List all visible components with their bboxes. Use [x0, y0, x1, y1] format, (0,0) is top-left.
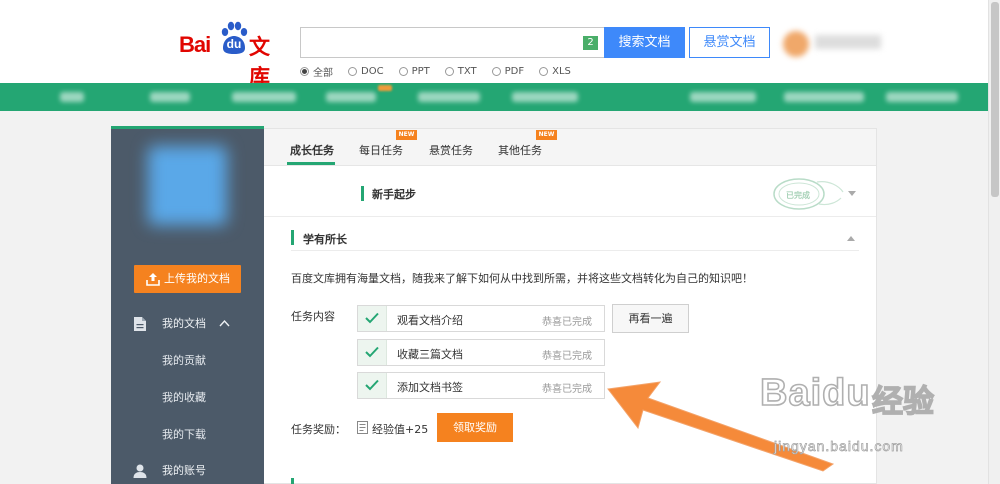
- sidebar-item-my-account[interactable]: 我的账号: [111, 458, 264, 484]
- task-row: 添加文档书签 恭喜已完成: [357, 372, 605, 399]
- nav-item-blurred[interactable]: [418, 92, 480, 102]
- task-content-label: 任务内容: [291, 310, 335, 323]
- radio-icon: [444, 66, 454, 76]
- radio-icon: [300, 66, 309, 76]
- logo-latin: Bai: [179, 32, 211, 57]
- new-badge: NEW: [396, 130, 417, 140]
- reward-value: 经验值+25: [372, 423, 429, 436]
- completed-stamp-icon: 已完成: [773, 178, 844, 210]
- nav-item-blurred[interactable]: [326, 92, 376, 102]
- checkmark-icon: [365, 312, 379, 324]
- filter-all[interactable]: 全部: [300, 64, 333, 79]
- person-icon: [133, 464, 147, 478]
- nav-item-blurred[interactable]: [150, 92, 190, 102]
- section-divider: [291, 250, 859, 251]
- active-tab-indicator: [287, 162, 335, 165]
- task-reward-label: 任务奖励：: [291, 423, 346, 436]
- filter-pdf[interactable]: PDF: [491, 64, 524, 78]
- task-status: 恭喜已完成: [542, 384, 592, 395]
- svg-text:已完成: 已完成: [786, 190, 810, 200]
- sidebar-item-my-docs[interactable]: 我的文档: [111, 311, 264, 337]
- doc-type-filters: 全部 DOC PPT TXT PDF XLS: [300, 64, 586, 79]
- tab-other-tasks[interactable]: 其他任务: [498, 142, 542, 158]
- top-header: Bai du 文库 2 搜索文档 悬赏文档 全部 DOC PPT TXT PDF…: [0, 0, 1000, 89]
- review-again-button[interactable]: 再看一遍: [612, 304, 689, 333]
- logo-cn: 文库: [249, 35, 270, 89]
- sidebar-avatar-blurred[interactable]: [148, 146, 227, 225]
- section-title-learning[interactable]: 学有所长: [303, 231, 347, 247]
- document-icon: [134, 317, 146, 331]
- nav-item-blurred[interactable]: [232, 92, 296, 102]
- experience-icon: [357, 421, 368, 434]
- search-input[interactable]: 2: [300, 27, 604, 58]
- checkmark-icon: [365, 379, 379, 391]
- section-marker: [361, 186, 364, 201]
- sidebar-sub-downloads[interactable]: 我的下载: [162, 426, 206, 442]
- radio-icon: [539, 66, 549, 76]
- chevron-up-icon: [219, 319, 230, 327]
- user-info-blurred[interactable]: [783, 29, 883, 59]
- nav-item-blurred[interactable]: [690, 92, 756, 102]
- reward-doc-button[interactable]: 悬赏文档: [689, 27, 770, 58]
- task-name: 收藏三篇文档: [397, 348, 463, 361]
- section-marker: [291, 478, 294, 484]
- task-status: 恭喜已完成: [542, 351, 592, 362]
- main-nav-bar: [0, 83, 1000, 111]
- checkmark-icon: [365, 346, 379, 358]
- user-sidebar: 上传我的文档 我的文档 我的贡献 我的收藏 我的下载 我的账号: [111, 126, 264, 484]
- collapse-icon[interactable]: [847, 236, 855, 241]
- nav-item-blurred[interactable]: [60, 92, 84, 102]
- task-check: [358, 340, 387, 365]
- tab-daily-tasks[interactable]: 每日任务: [359, 142, 403, 158]
- claim-reward-button[interactable]: 领取奖励: [437, 413, 513, 442]
- search-button[interactable]: 搜索文档: [604, 27, 685, 58]
- tab-growth-tasks[interactable]: 成长任务: [290, 142, 334, 158]
- section-description: 百度文库拥有海量文档，随我来了解下如何从中找到所需，并将这些文档转化为自己的知识…: [291, 272, 753, 285]
- search-count-badge: 2: [583, 36, 598, 50]
- task-tabs: 成长任务 每日任务 NEW 悬赏任务 其他任务 NEW: [264, 129, 876, 166]
- radio-icon: [398, 66, 408, 76]
- filter-ppt[interactable]: PPT: [398, 64, 430, 78]
- task-check: [358, 306, 387, 331]
- filter-txt[interactable]: TXT: [444, 64, 477, 78]
- nav-item-blurred[interactable]: [886, 92, 958, 102]
- filter-doc[interactable]: DOC: [348, 64, 384, 78]
- task-row: 观看文档介绍 恭喜已完成: [357, 305, 605, 332]
- section-marker: [291, 230, 294, 245]
- nav-item-blurred[interactable]: [512, 92, 578, 102]
- sidebar-sub-contribution[interactable]: 我的贡献: [162, 352, 206, 368]
- upload-doc-button[interactable]: 上传我的文档: [134, 265, 241, 293]
- filter-xls[interactable]: XLS: [539, 64, 571, 78]
- baidu-jingyan-watermark: Baidu 经验 jingyan.baidu.com: [759, 371, 934, 454]
- task-check: [358, 373, 387, 398]
- task-name: 观看文档介绍: [397, 314, 463, 327]
- section-title-beginner[interactable]: 新手起步: [372, 186, 416, 202]
- radio-icon: [491, 66, 501, 76]
- page-scrollbar[interactable]: [988, 0, 1000, 484]
- logo-paw-text: du: [226, 37, 242, 51]
- task-row: 收藏三篇文档 恭喜已完成: [357, 339, 605, 366]
- section-divider: [264, 216, 876, 217]
- radio-icon: [348, 66, 357, 76]
- sidebar-sub-favorites[interactable]: 我的收藏: [162, 389, 206, 405]
- task-name: 添加文档书签: [397, 381, 463, 394]
- task-status: 恭喜已完成: [542, 317, 592, 328]
- scrollbar-thumb[interactable]: [991, 2, 999, 197]
- expand-icon[interactable]: [848, 191, 856, 196]
- tab-reward-tasks[interactable]: 悬赏任务: [429, 142, 473, 158]
- avatar: [783, 31, 809, 57]
- new-badge: NEW: [536, 130, 557, 140]
- baidu-wenku-logo[interactable]: Bai du 文库: [179, 20, 289, 89]
- upload-icon: [146, 273, 160, 286]
- username-blurred: [815, 35, 881, 49]
- nav-item-blurred[interactable]: [784, 92, 864, 102]
- nav-hot-badge: [378, 85, 392, 91]
